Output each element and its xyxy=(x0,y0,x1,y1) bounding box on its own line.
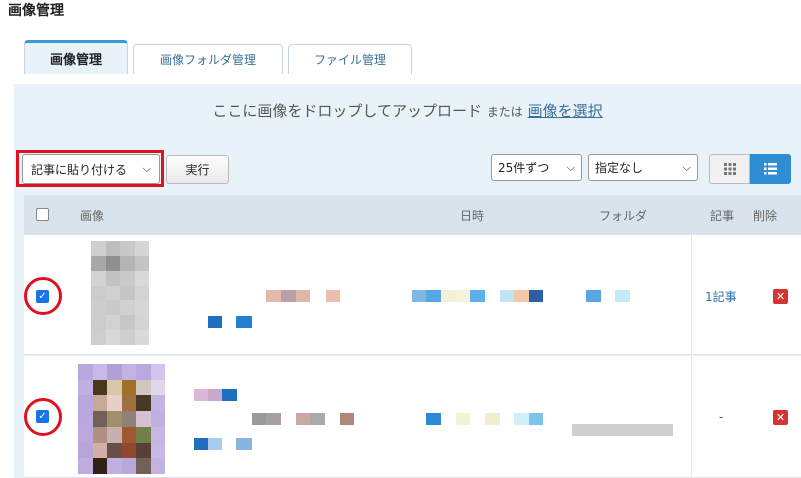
header-delete: 削除 xyxy=(753,209,778,223)
blurred-text xyxy=(340,413,354,425)
tab-file-management[interactable]: ファイル管理 xyxy=(288,44,412,74)
list-view-button[interactable] xyxy=(750,154,791,184)
close-icon: ✕ xyxy=(775,290,786,303)
select-image-link[interactable]: 画像を選択 xyxy=(528,102,603,120)
blurred-text xyxy=(281,290,296,302)
blurred-text xyxy=(208,438,222,450)
highlight-circle xyxy=(24,398,62,436)
execute-button[interactable]: 実行 xyxy=(166,155,229,184)
blurred-text xyxy=(310,413,325,425)
grid-view-button[interactable] xyxy=(709,154,750,184)
blurred-text xyxy=(252,413,266,425)
dropzone-or: または xyxy=(486,105,523,119)
dropzone-text: ここに画像をドロップしてアップロード xyxy=(212,102,482,120)
blurred-text xyxy=(222,389,237,401)
blurred-datetime xyxy=(529,290,543,302)
grid-icon xyxy=(723,163,736,175)
table-row: ✓ - ✕ xyxy=(24,356,801,478)
blurred-datetime xyxy=(456,290,470,302)
blurred-text xyxy=(296,290,310,302)
highlight-box xyxy=(16,150,164,187)
divider xyxy=(691,356,692,478)
image-panel: ここに画像をドロップしてアップロード または 画像を選択 記事に貼り付ける ⌵ … xyxy=(14,84,801,478)
header-folder: フォルダ xyxy=(599,209,648,223)
tab-image-folder-management[interactable]: 画像フォルダ管理 xyxy=(133,44,283,74)
image-thumbnail[interactable] xyxy=(91,241,149,345)
article-count: - xyxy=(719,410,724,424)
folder-filter-value: 指定なし xyxy=(595,161,644,175)
blurred-datetime xyxy=(485,413,500,425)
table-row: ✓ 1記事 ✕ xyxy=(24,235,801,355)
image-thumbnail[interactable] xyxy=(78,364,165,474)
blurred-datetime xyxy=(470,290,485,302)
blurred-text xyxy=(266,413,281,425)
blurred-datetime xyxy=(426,413,441,425)
highlight-circle xyxy=(24,277,62,315)
blurred-datetime xyxy=(500,290,514,302)
blurred-folder xyxy=(586,290,601,302)
tab-image-management[interactable]: 画像管理 xyxy=(24,40,128,74)
page-title: 画像管理 xyxy=(8,3,64,19)
blurred-datetime xyxy=(529,413,543,425)
divider xyxy=(691,235,692,355)
table-header: 画像 日時 フォルダ 記事 削除 xyxy=(24,195,801,235)
blurred-text xyxy=(296,413,310,425)
close-icon: ✕ xyxy=(775,411,786,424)
blurred-datetime xyxy=(514,413,529,425)
blurred-text xyxy=(194,438,208,450)
tab-bar: 画像管理 画像フォルダ管理 ファイル管理 xyxy=(24,40,417,74)
chevron-down-icon: ⌵ xyxy=(566,161,575,174)
blurred-text xyxy=(236,316,252,328)
blurred-text xyxy=(208,389,222,401)
blurred-text xyxy=(326,290,340,302)
select-all-checkbox[interactable] xyxy=(36,208,49,221)
article-count-link[interactable]: 1記事 xyxy=(705,288,737,305)
blurred-folder xyxy=(615,290,630,302)
blurred-datetime xyxy=(514,290,529,302)
chevron-down-icon: ⌵ xyxy=(682,161,691,174)
per-page-value: 25件ずつ xyxy=(498,161,550,175)
blurred-text xyxy=(266,290,281,302)
blurred-folder xyxy=(572,424,673,436)
folder-filter-select[interactable]: 指定なし ⌵ xyxy=(588,154,698,181)
header-datetime: 日時 xyxy=(460,209,485,223)
blurred-text xyxy=(236,438,252,450)
blurred-datetime xyxy=(412,290,426,302)
delete-button[interactable]: ✕ xyxy=(773,410,788,425)
blurred-text xyxy=(208,316,222,328)
dropzone[interactable]: ここに画像をドロップしてアップロード または 画像を選択 xyxy=(14,100,801,121)
blurred-datetime xyxy=(456,413,470,425)
blurred-datetime xyxy=(426,290,441,302)
blurred-datetime xyxy=(441,290,456,302)
header-image: 画像 xyxy=(80,209,105,223)
delete-button[interactable]: ✕ xyxy=(773,289,788,304)
list-icon xyxy=(764,163,777,175)
per-page-select[interactable]: 25件ずつ ⌵ xyxy=(491,154,582,181)
header-articles: 記事 xyxy=(710,209,735,223)
blurred-text xyxy=(194,389,208,401)
